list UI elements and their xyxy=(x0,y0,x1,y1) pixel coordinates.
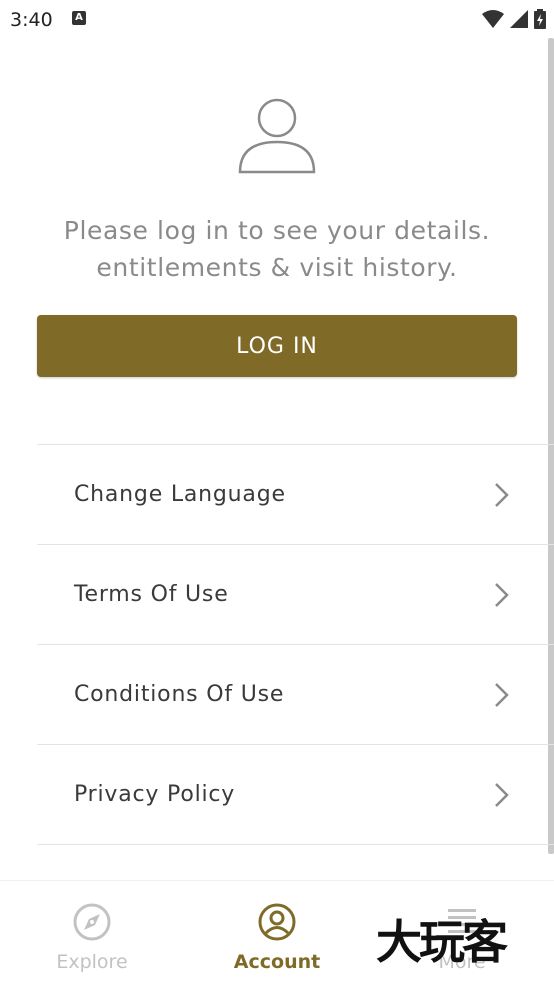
wifi-icon xyxy=(482,10,504,28)
nav-item-explore[interactable]: Explore xyxy=(22,881,162,984)
nav-item-account[interactable]: Account xyxy=(207,881,347,984)
watermark-logo: 大玩客 xyxy=(376,915,508,969)
settings-menu: Change Language Terms Of Use Conditions … xyxy=(37,444,554,845)
cell-signal-icon xyxy=(510,10,528,28)
menu-item-privacy-policy[interactable]: Privacy Policy xyxy=(37,745,554,844)
status-icons xyxy=(482,8,546,30)
menu-item-change-language[interactable]: Change Language xyxy=(37,445,554,544)
account-circle-icon xyxy=(258,903,296,941)
status-bar: 3:40 A xyxy=(0,0,554,38)
login-button[interactable]: LOG IN xyxy=(37,315,517,377)
nav-label-account: Account xyxy=(233,951,321,973)
chevron-right-icon xyxy=(495,683,509,707)
status-time: 3:40 xyxy=(10,9,53,31)
menu-divider xyxy=(37,844,554,845)
menu-item-label: Conditions Of Use xyxy=(74,682,285,707)
menu-item-terms-of-use[interactable]: Terms Of Use xyxy=(37,545,554,644)
menu-item-conditions-of-use[interactable]: Conditions Of Use xyxy=(37,645,554,744)
chevron-right-icon xyxy=(495,583,509,607)
menu-item-label: Privacy Policy xyxy=(74,782,236,807)
battery-icon xyxy=(534,9,546,29)
chevron-right-icon xyxy=(495,483,509,507)
user-avatar-icon xyxy=(238,98,316,174)
menu-item-label: Change Language xyxy=(74,482,286,507)
notification-a-icon: A xyxy=(72,11,86,25)
menu-item-label: Terms Of Use xyxy=(74,582,229,607)
login-message: Please log in to see your details. entit… xyxy=(63,216,491,282)
nav-label-explore: Explore xyxy=(56,951,128,973)
compass-icon xyxy=(73,903,111,941)
chevron-right-icon xyxy=(495,783,509,807)
